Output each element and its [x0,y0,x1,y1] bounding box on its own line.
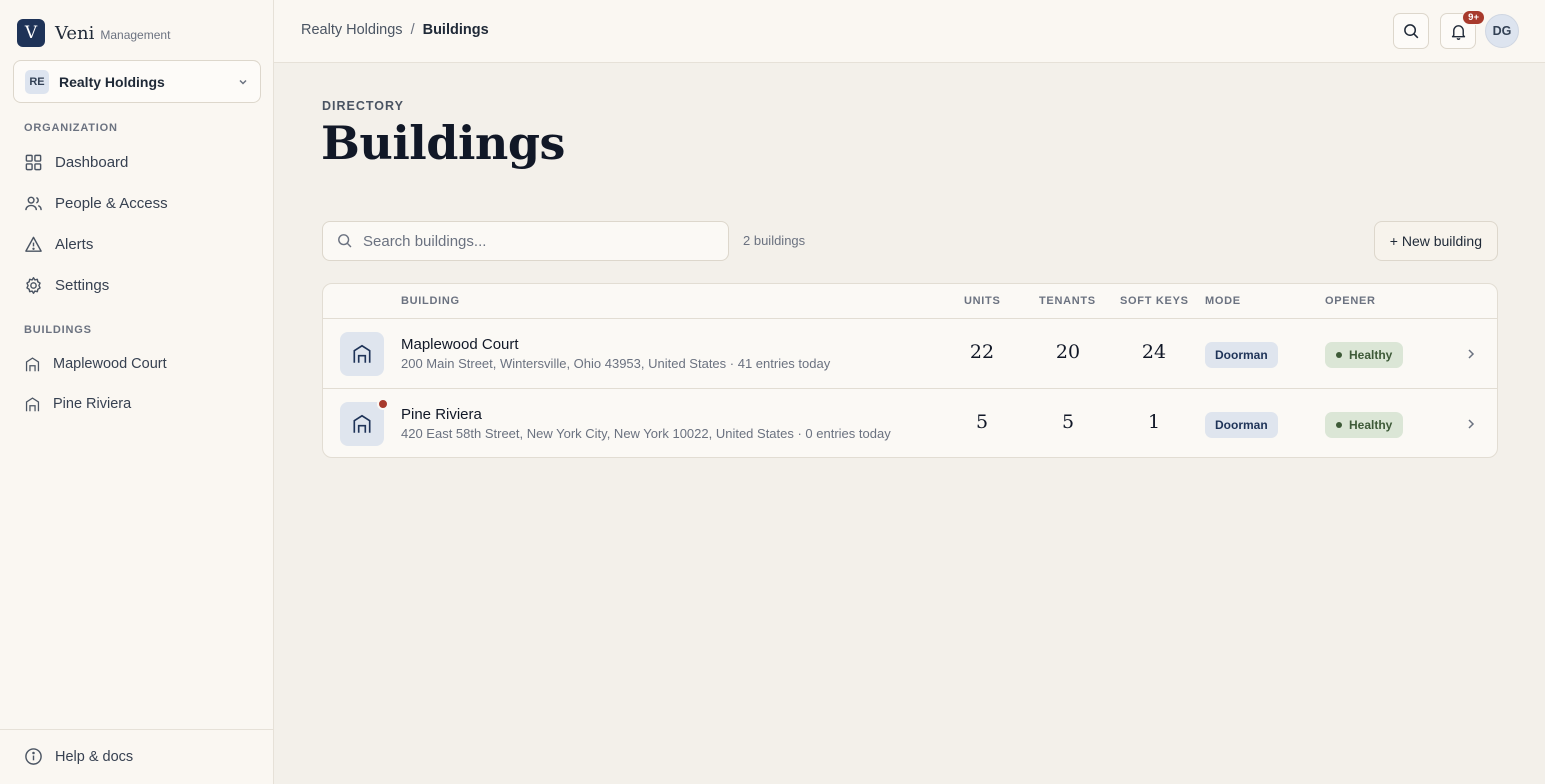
warning-icon [25,236,42,252]
status-dot [1336,422,1342,428]
building-name: Maplewood Court [401,336,519,353]
brand[interactable]: V Veni Management [17,19,170,47]
brand-subtitle: Management [100,28,171,42]
sidebar-item-pine-riviera[interactable]: Pine Riviera [24,393,131,415]
section-label-organization: ORGANIZATION [24,122,118,134]
sidebar-item-label: Maplewood Court [53,356,167,372]
building-icon [25,396,40,411]
sidebar-footer: Help & docs [0,729,273,784]
building-address: 420 East 58th Street, New York City, New… [401,426,891,441]
units-value: 5 [975,411,989,433]
sidebar-item-label: Pine Riviera [53,396,132,412]
info-icon [25,748,42,765]
breadcrumb-current: Buildings [422,22,489,38]
column-header-tenants: TENANTS [1039,295,1096,307]
building-name: Pine Riviera [401,406,482,423]
soft-keys-value: 24 [1141,341,1167,363]
sidebar-item-label: Dashboard [55,153,129,171]
status-badge: Healthy [1325,342,1404,368]
table-row[interactable]: Pine Riviera 420 East 58th Street, New Y… [323,388,1497,457]
building-avatar [340,332,384,376]
building-icon [25,356,40,371]
section-label-buildings: BUILDINGS [24,324,92,336]
tenants-value: 5 [1061,411,1075,433]
buildings-table: BUILDING UNITS TENANTS SOFT KEYS MODE OP… [322,283,1498,458]
building-icon [353,414,371,433]
sidebar-item-people-access[interactable]: People & Access [24,192,168,214]
search-icon [1403,23,1418,38]
breadcrumb: Realty Holdings / Buildings [301,22,489,38]
building-count: 2 buildings [743,233,806,248]
sidebar-item-settings[interactable]: Settings [24,274,109,296]
page-eyebrow: DIRECTORY [322,99,404,113]
users-icon [25,196,42,210]
status-badge: Healthy [1325,412,1404,438]
grid-icon [25,154,42,170]
sidebar-item-maplewood-court[interactable]: Maplewood Court [24,353,167,375]
column-header-units: UNITS [964,295,1001,307]
gear-icon [26,276,41,294]
help-label: Help & docs [55,748,134,765]
mode-badge: Doorman [1205,412,1278,438]
alert-indicator-dot [377,398,389,410]
sidebar-item-dashboard[interactable]: Dashboard [24,151,128,173]
breadcrumb-org[interactable]: Realty Holdings [301,22,403,38]
soft-keys-value: 1 [1147,411,1161,433]
sidebar: V Veni Management RE Realty Holdings ORG… [0,0,274,784]
building-avatar [340,398,389,446]
search-input[interactable] [363,232,714,250]
column-header-building: BUILDING [401,295,460,307]
chevron-right-icon [1468,419,1475,429]
page-title: Buildings [321,116,565,170]
building-icon [353,344,371,363]
tenants-value: 20 [1055,341,1081,363]
search-icon [338,234,352,248]
bell-icon [1451,24,1465,40]
breadcrumb-separator: / [410,22,415,38]
units-value: 22 [969,341,995,363]
column-header-soft-keys: SOFT KEYS [1120,295,1189,307]
notification-count-badge: 9+ [1462,10,1485,25]
avatar[interactable]: DG [1485,14,1519,48]
org-name: Realty Holdings [59,73,165,90]
sidebar-item-label: People & Access [55,194,168,212]
search-button[interactable] [1393,13,1429,49]
status-dot [1336,352,1342,358]
org-switcher[interactable]: RE Realty Holdings [13,60,261,103]
table-header: BUILDING UNITS TENANTS SOFT KEYS MODE OP… [323,284,1497,319]
chevron-down-icon [239,79,247,85]
building-address: 200 Main Street, Wintersville, Ohio 4395… [401,356,831,371]
status-label: Healthy [1349,348,1393,362]
top-bar: Realty Holdings / Buildings 9+ DG [274,0,1545,63]
table-row[interactable]: Maplewood Court 200 Main Street, Winters… [323,319,1497,389]
sidebar-item-alerts[interactable]: Alerts [24,233,93,255]
column-header-opener: OPENER [1325,295,1376,307]
org-badge: RE [25,69,49,94]
notifications-button[interactable]: 9+ [1440,10,1485,49]
column-header-mode: MODE [1205,295,1241,307]
chevron-right-icon [1468,349,1475,359]
brand-logo: V [17,19,45,47]
mode-badge: Doorman [1205,342,1278,368]
sidebar-item-label: Alerts [55,235,94,253]
sidebar-item-label: Settings [55,276,110,294]
status-label: Healthy [1349,418,1393,432]
help-docs-link[interactable]: Help & docs [24,747,133,766]
brand-name: Veni [55,22,95,44]
new-building-button[interactable]: + New building [1373,221,1498,261]
search-box[interactable] [322,221,729,261]
